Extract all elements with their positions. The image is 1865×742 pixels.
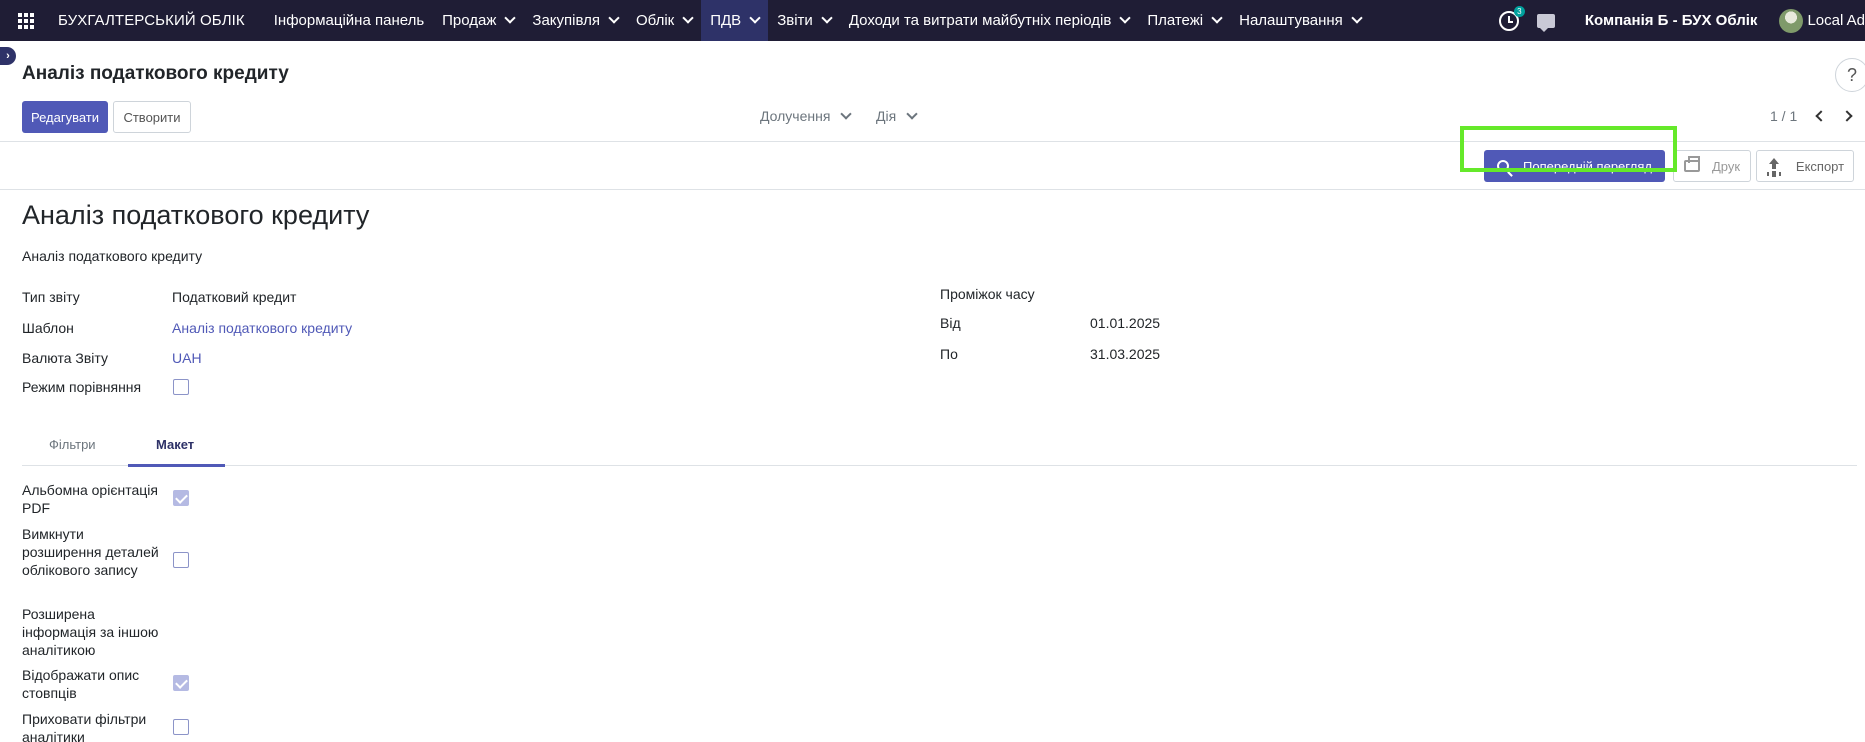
export-button[interactable]: Експорт — [1756, 150, 1854, 182]
currency-label: Валюта Звіту — [22, 350, 108, 366]
landscape-pdf-label: Альбомна орієнтація PDF — [22, 482, 158, 516]
chevron-down-icon — [504, 12, 517, 24]
chevron-down-icon — [821, 12, 833, 24]
menu-item-reports[interactable]: Звіти — [768, 0, 840, 41]
disable-expand-label: Вимкнути розширення деталей облікового з… — [22, 526, 159, 578]
menu-item-payments[interactable]: Платежі — [1138, 0, 1230, 41]
tab-filters[interactable]: Фільтри — [49, 437, 96, 452]
search-icon — [1497, 160, 1510, 172]
hide-analytic-filters-checkbox[interactable] — [173, 719, 189, 735]
menu-item-purchases[interactable]: Закупівля — [523, 0, 627, 41]
menu-item-dashboard[interactable]: Інформаційна панель — [265, 0, 433, 41]
top-navbar: БУХГАЛТЕРСЬКИЙ ОБЛІК Інформаційна панель… — [0, 0, 1865, 41]
upload-icon — [1766, 158, 1782, 174]
landscape-pdf-checkbox[interactable] — [173, 490, 189, 506]
form-subtitle: Аналіз податкового кредиту — [22, 248, 203, 264]
tab-layout[interactable]: Макет — [156, 437, 194, 452]
printer-icon — [1683, 156, 1700, 172]
main-menu: Інформаційна панель Продаж Закупівля Обл… — [265, 0, 1370, 41]
chevron-down-icon — [1119, 12, 1131, 24]
comparison-mode-checkbox[interactable] — [173, 379, 189, 395]
menu-item-deferred[interactable]: Доходи та витрати майбутніх періодів — [840, 0, 1139, 41]
hide-analytic-filters-label: Приховати фільтри аналітики — [22, 711, 147, 742]
messages-icon[interactable] — [1536, 13, 1555, 32]
date-from-field[interactable]: 01.01.2025 — [1090, 315, 1160, 331]
help-icon[interactable]: ? — [1835, 58, 1865, 92]
chevron-down-icon — [682, 12, 694, 24]
app-brand[interactable]: БУХГАЛТЕРСЬКИЙ ОБЛІК — [52, 12, 265, 29]
menu-item-settings[interactable]: Налаштування — [1230, 0, 1370, 41]
chevron-down-icon — [906, 107, 918, 120]
chevron-down-icon — [1211, 12, 1223, 24]
edit-button[interactable]: Редагувати — [22, 101, 108, 133]
pager-previous-icon[interactable] — [1815, 110, 1827, 122]
breadcrumb: Аналіз податкового кредиту — [22, 63, 289, 84]
template-link[interactable]: Аналіз податкового кредиту — [172, 320, 352, 336]
date-from-label: Від — [940, 315, 961, 331]
currency-link[interactable]: UAH — [172, 350, 202, 366]
attachments-dropdown[interactable]: Долучення — [760, 107, 853, 124]
chevron-down-icon — [749, 12, 761, 24]
chevron-down-icon — [1351, 12, 1363, 24]
template-label: Шаблон — [22, 320, 74, 336]
preview-button[interactable]: Попередній перегляд — [1484, 150, 1665, 182]
show-column-description-label: Відображати опис стовпців — [22, 667, 140, 701]
menu-item-sales[interactable]: Продаж — [433, 0, 523, 41]
show-column-description-checkbox[interactable] — [173, 675, 189, 691]
company-switcher[interactable]: Компанія Б - БУХ Облік — [1585, 12, 1758, 29]
activity-clock-icon[interactable]: 3 — [1498, 5, 1525, 31]
apps-menu-icon[interactable] — [0, 0, 52, 41]
sidebar-toggle-chevron-right-icon[interactable]: › — [0, 47, 16, 65]
create-button[interactable]: Створити — [113, 101, 191, 133]
chevron-down-icon — [840, 107, 853, 120]
period-label: Проміжок часу — [940, 286, 1035, 302]
tabs-divider — [22, 465, 1857, 466]
activity-count-badge: 3 — [1513, 5, 1525, 17]
active-tab-indicator — [128, 464, 225, 467]
pager-next-icon[interactable] — [1841, 110, 1853, 122]
form-title: Аналіз податкового кредиту — [22, 200, 370, 230]
pager-value[interactable]: 1 / 1 — [1770, 108, 1797, 124]
user-menu[interactable]: Local Ad — [1807, 12, 1865, 29]
comparison-mode-label: Режим порівняння — [22, 379, 142, 395]
date-to-field[interactable]: 31.03.2025 — [1090, 346, 1160, 362]
report-type-label: Тип звіту — [22, 289, 80, 305]
navbar-systray: 3 Компанія Б - БУХ Облік Local Ad — [1498, 0, 1865, 41]
report-type-value: Податковий кредит — [172, 289, 297, 305]
print-button[interactable]: Друк — [1673, 150, 1751, 182]
disable-expand-checkbox[interactable] — [173, 552, 189, 568]
extended-info-label: Розширена інформація за іншою аналітикою — [22, 606, 159, 658]
avatar[interactable] — [1779, 8, 1804, 33]
menu-item-vat[interactable]: ПДВ — [701, 0, 769, 41]
menu-item-accounting[interactable]: Облік — [627, 0, 701, 41]
chevron-down-icon — [608, 12, 620, 24]
date-to-label: По — [940, 346, 958, 362]
action-dropdown[interactable]: Дія — [876, 107, 918, 124]
